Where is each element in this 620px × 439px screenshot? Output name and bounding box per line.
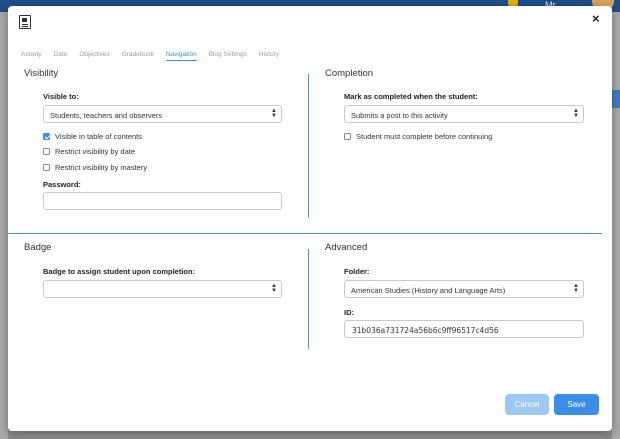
cancel-button[interactable]: Cancel	[505, 394, 549, 415]
restrict-by-mastery-checkbox[interactable]: Restrict visibility by mastery	[43, 163, 147, 172]
select-arrows-icon: ▲ ▼	[271, 108, 277, 119]
tab-gradebook[interactable]: Gradebook	[122, 51, 154, 61]
horizontal-divider	[8, 233, 602, 234]
badge-select[interactable]: ▲ ▼	[43, 280, 282, 298]
id-label: ID:	[344, 308, 354, 317]
visible-to-select[interactable]: Students, teachers and observers ▲ ▼	[43, 105, 282, 123]
background-right-panel	[612, 12, 620, 439]
restrict-by-date-checkbox[interactable]: Restrict visibility by date	[43, 147, 135, 156]
background-left-panel	[0, 12, 8, 439]
select-arrows-icon: ▲ ▼	[573, 108, 579, 119]
tab-blog-settings[interactable]: Blog Settings	[209, 51, 247, 61]
folder-value: American Studies (History and Language A…	[351, 286, 506, 295]
visibility-title: Visibility	[24, 68, 59, 79]
tab-activity[interactable]: Activity	[21, 51, 42, 61]
password-field[interactable]	[43, 192, 282, 210]
must-complete-checkbox[interactable]: Student must complete before continuing	[344, 132, 492, 141]
advanced-title: Advanced	[325, 242, 368, 253]
checkbox-icon	[43, 164, 50, 171]
must-complete-label: Student must complete before continuing	[356, 132, 493, 141]
mark-completed-select[interactable]: Submits a post to this activity ▲ ▼	[344, 105, 584, 123]
activity-settings-dialog: × Activity Date Objectives Gradebook Nav…	[8, 6, 612, 431]
id-field[interactable]: 31b036a731724a56b6c9ff96517c4d56	[344, 320, 584, 338]
visible-in-toc-checkbox[interactable]: Visible in table of contents	[43, 132, 142, 141]
activity-icon	[19, 15, 31, 29]
restrict-by-mastery-label: Restrict visibility by mastery	[55, 163, 148, 172]
visible-to-label: Visible to:	[43, 92, 79, 101]
vertical-divider-top	[308, 74, 309, 218]
checkbox-checked-icon	[43, 133, 50, 140]
mark-completed-label: Mark as completed when the student:	[344, 92, 478, 101]
save-button[interactable]: Save	[554, 394, 599, 415]
tab-objectives[interactable]: Objectives	[79, 51, 109, 61]
vertical-divider-bottom	[308, 249, 309, 349]
password-label: Password:	[43, 180, 81, 189]
background-button	[612, 90, 620, 108]
mark-completed-value: Submits a post to this activity	[351, 111, 448, 120]
close-button[interactable]: ×	[592, 11, 600, 26]
folder-select[interactable]: American Studies (History and Language A…	[344, 280, 584, 298]
restrict-by-date-label: Restrict visibility by date	[55, 147, 136, 156]
folder-label: Folder:	[344, 267, 370, 276]
tab-date[interactable]: Date	[54, 51, 68, 61]
badge-title: Badge	[24, 242, 52, 253]
select-arrows-icon: ▲ ▼	[573, 283, 579, 294]
visible-to-value: Students, teachers and observers	[50, 111, 163, 120]
tab-history[interactable]: History	[259, 51, 279, 61]
checkbox-icon	[43, 148, 50, 155]
checkbox-icon	[344, 133, 351, 140]
completion-title: Completion	[325, 68, 374, 79]
tab-bar: Activity Date Objectives Gradebook Navig…	[21, 51, 291, 61]
tab-navigation[interactable]: Navigation	[165, 51, 197, 61]
visible-in-toc-label: Visible in table of contents	[55, 132, 143, 141]
select-arrows-icon: ▲ ▼	[271, 283, 277, 294]
badge-assign-label: Badge to assign student upon completion:	[43, 267, 196, 276]
